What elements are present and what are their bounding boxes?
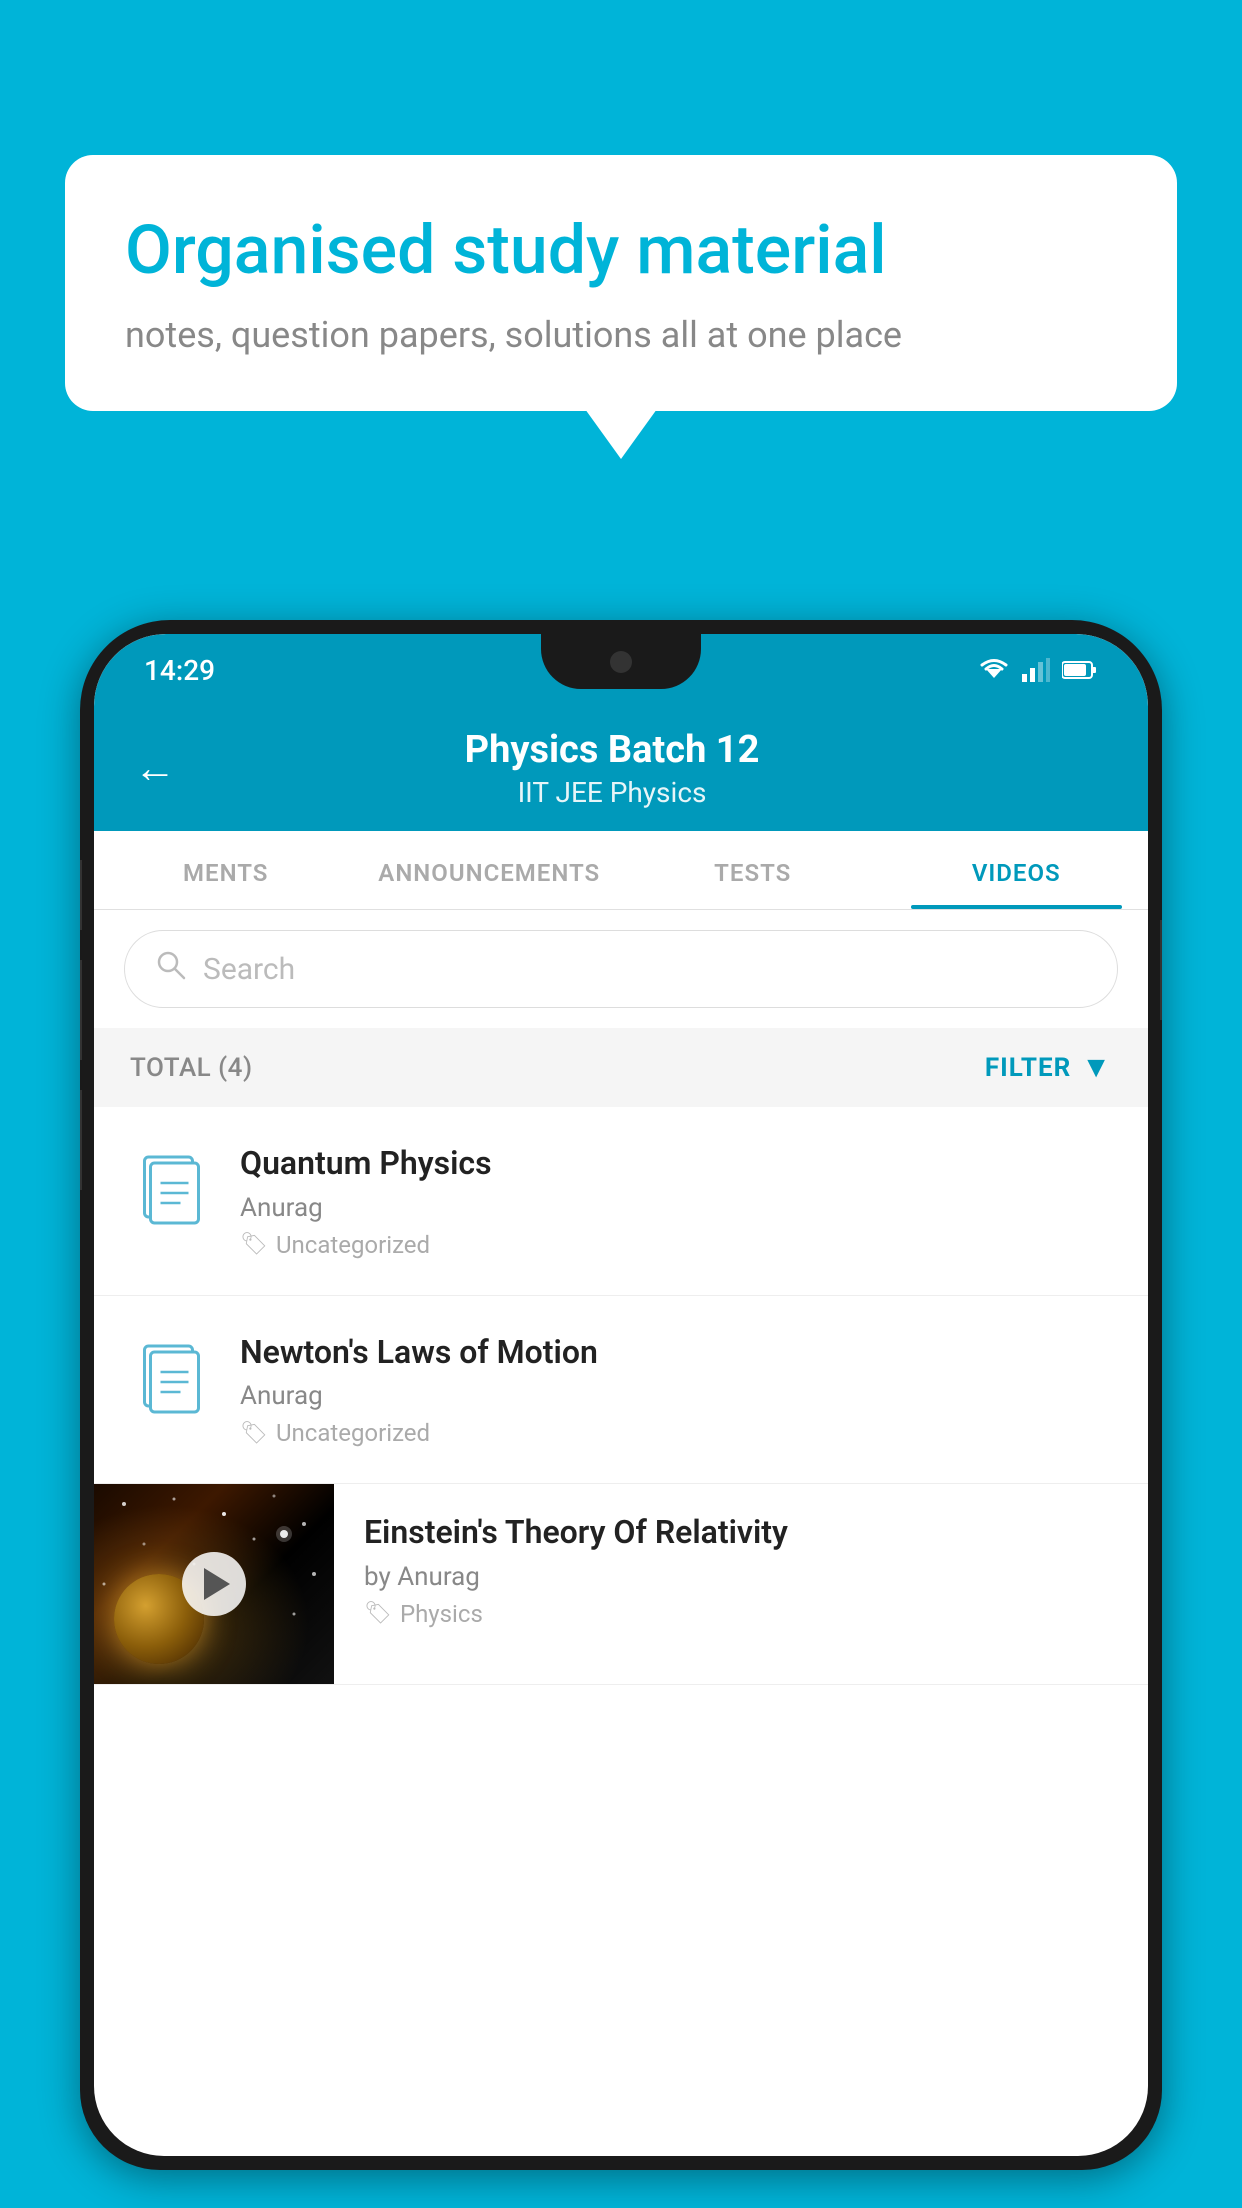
- bubble-subtitle: notes, question papers, solutions all at…: [125, 314, 1117, 356]
- app-header: ← Physics Batch 12 IIT JEE Physics: [94, 706, 1148, 831]
- total-bar: TOTAL (4) FILTER ▼: [94, 1028, 1148, 1107]
- list-item[interactable]: Quantum Physics Anurag 🏷 Uncategorized: [94, 1107, 1148, 1296]
- video-file-icon: [130, 1149, 210, 1233]
- video-tag: 🏷 Uncategorized: [240, 1231, 1112, 1259]
- phone-notch: [541, 634, 701, 689]
- tag-icon: 🏷: [240, 1421, 268, 1446]
- header-tags: IIT JEE Physics: [196, 776, 1028, 809]
- video-author: Anurag: [240, 1193, 1112, 1223]
- video-author: Anurag: [240, 1381, 1112, 1411]
- search-bar[interactable]: Search: [124, 930, 1118, 1008]
- tag-icon: 🏷: [240, 1232, 268, 1257]
- phone-outer: 14:29: [80, 620, 1162, 2170]
- tabs-bar: MENTS ANNOUNCEMENTS TESTS VIDEOS: [94, 831, 1148, 910]
- tab-videos[interactable]: VIDEOS: [885, 831, 1149, 909]
- status-icons: [978, 658, 1098, 682]
- video-tag: 🏷 Physics: [364, 1600, 1118, 1628]
- list-item[interactable]: Newton's Laws of Motion Anurag 🏷 Uncateg…: [94, 1296, 1148, 1485]
- status-time: 14:29: [144, 654, 215, 687]
- video-title: Newton's Laws of Motion: [240, 1332, 1112, 1374]
- header-title-block: Physics Batch 12 IIT JEE Physics: [196, 728, 1028, 809]
- video-file-icon: [130, 1338, 210, 1422]
- status-bar: 14:29: [94, 634, 1148, 706]
- wifi-icon: [978, 658, 1010, 682]
- search-placeholder: Search: [203, 952, 295, 987]
- speech-bubble: Organised study material notes, question…: [65, 155, 1177, 411]
- video-title: Einstein's Theory Of Relativity: [364, 1512, 1118, 1554]
- back-button[interactable]: ←: [134, 744, 176, 793]
- phone-volume-down-button: [80, 1090, 82, 1190]
- video-info: Einstein's Theory Of Relativity by Anura…: [334, 1484, 1148, 1656]
- video-list: Quantum Physics Anurag 🏷 Uncategorized: [94, 1107, 1148, 1685]
- phone-silent-button: [80, 860, 82, 930]
- tab-announcements[interactable]: ANNOUNCEMENTS: [358, 831, 622, 909]
- play-button[interactable]: [182, 1552, 246, 1616]
- video-tag: 🏷 Uncategorized: [240, 1419, 1112, 1447]
- signal-icon: [1022, 658, 1050, 682]
- video-thumbnail: [94, 1484, 334, 1684]
- phone-container: 14:29: [80, 620, 1162, 2208]
- tab-tests[interactable]: TESTS: [621, 831, 885, 909]
- speech-bubble-container: Organised study material notes, question…: [65, 155, 1177, 411]
- tab-ments[interactable]: MENTS: [94, 831, 358, 909]
- search-icon: [155, 949, 187, 989]
- filter-icon: ▼: [1081, 1050, 1112, 1085]
- list-item[interactable]: Einstein's Theory Of Relativity by Anura…: [94, 1484, 1148, 1685]
- play-triangle-icon: [204, 1568, 230, 1600]
- video-title: Quantum Physics: [240, 1143, 1112, 1185]
- battery-icon: [1062, 660, 1098, 680]
- video-info: Newton's Laws of Motion Anurag 🏷 Uncateg…: [240, 1332, 1112, 1448]
- phone-power-button: [1160, 920, 1162, 1020]
- phone-screen: 14:29: [94, 634, 1148, 2156]
- bubble-title: Organised study material: [125, 210, 1117, 292]
- filter-button[interactable]: FILTER ▼: [985, 1050, 1112, 1085]
- video-author: by Anurag: [364, 1562, 1118, 1592]
- camera-dot: [610, 651, 632, 673]
- tag-icon: 🏷: [364, 1601, 392, 1626]
- total-label: TOTAL (4): [130, 1053, 253, 1083]
- phone-volume-up-button: [80, 960, 82, 1060]
- batch-title: Physics Batch 12: [196, 728, 1028, 772]
- filter-label: FILTER: [985, 1053, 1071, 1083]
- video-info: Quantum Physics Anurag 🏷 Uncategorized: [240, 1143, 1112, 1259]
- search-container: Search: [94, 910, 1148, 1028]
